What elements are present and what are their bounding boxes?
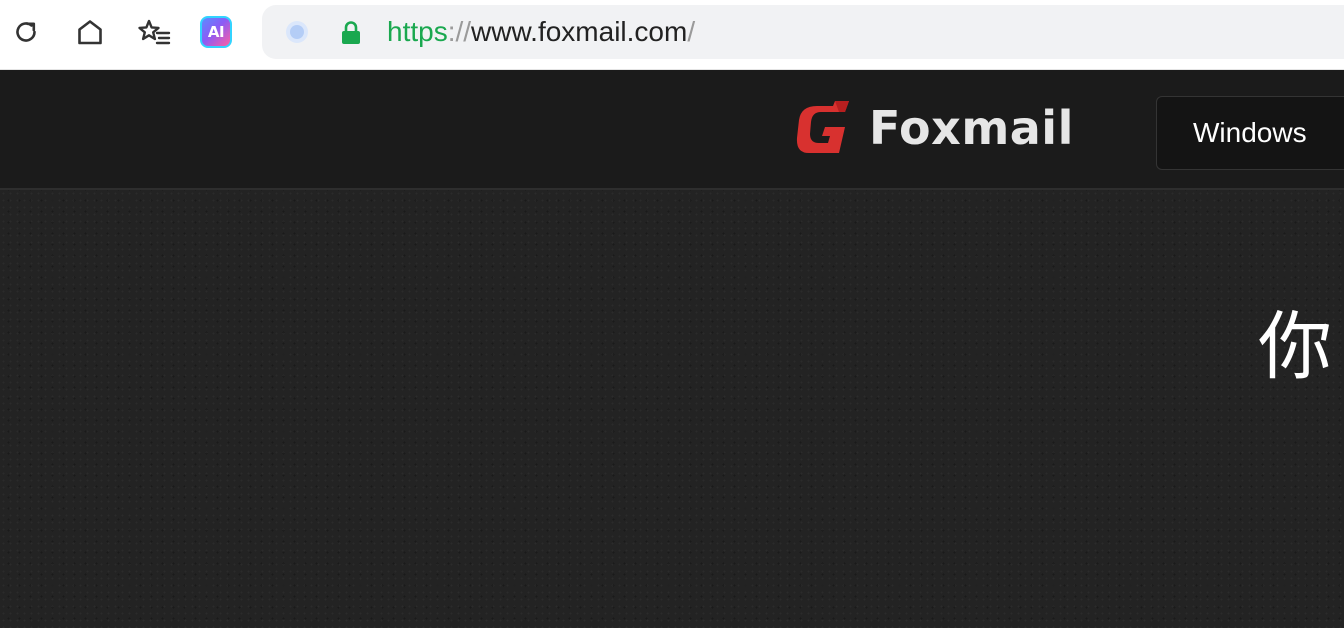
ai-icon: AI <box>200 16 232 48</box>
logo-text: Foxmail <box>869 101 1074 155</box>
site-info-icon[interactable] <box>286 21 308 43</box>
url-host: www.foxmail.com <box>471 16 688 47</box>
foxmail-logo[interactable]: Foxmail <box>795 98 1074 158</box>
lock-icon[interactable] <box>340 20 362 46</box>
hero-section: 你 <box>0 190 1344 628</box>
favorites-icon <box>138 19 171 45</box>
hero-heading: 你 <box>1258 304 1332 390</box>
url-text[interactable]: https://www.foxmail.com/ <box>387 15 695 49</box>
address-bar[interactable]: https://www.foxmail.com/ <box>262 5 1344 59</box>
site-header: Foxmail Windows <box>0 70 1344 190</box>
url-separator: :// <box>447 16 472 47</box>
url-scheme: https <box>387 16 448 47</box>
ai-button[interactable]: AI <box>196 12 236 52</box>
home-button[interactable] <box>70 12 110 52</box>
foxmail-logo-icon <box>796 101 849 153</box>
home-icon <box>78 20 102 45</box>
reload-button[interactable] <box>6 12 46 52</box>
favorites-button[interactable] <box>134 12 174 52</box>
browser-toolbar: AI https://www.foxmail.com/ <box>0 0 1344 70</box>
reload-icon <box>16 22 36 42</box>
url-path: / <box>687 16 696 47</box>
windows-nav-button[interactable]: Windows <box>1156 96 1344 170</box>
